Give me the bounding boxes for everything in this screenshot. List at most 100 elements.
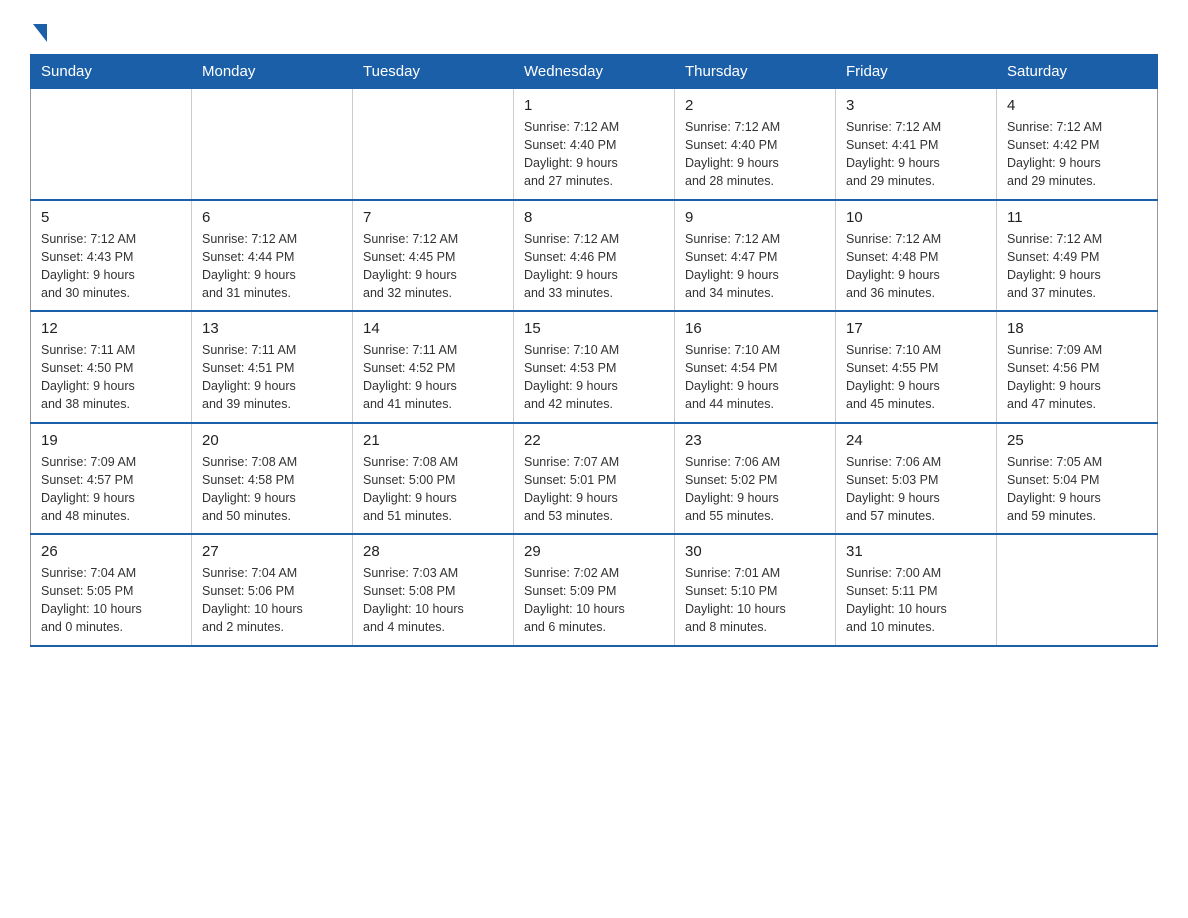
calendar-cell	[353, 89, 514, 200]
day-number: 21	[363, 432, 503, 449]
calendar-cell: 2 Sunrise: 7:12 AM Sunset: 4:40 PM Daylig…	[675, 89, 836, 200]
week-row-5: 26 Sunrise: 7:04 AM Sunset: 5:05 PM Dayli…	[31, 534, 1158, 646]
day-info: Sunrise: 7:11 AM Sunset: 4:50 PM Dayligh…	[41, 341, 181, 414]
calendar-header-row: SundayMondayTuesdayWednesdayThursdayFrid…	[31, 55, 1158, 89]
calendar-cell: 6 Sunrise: 7:12 AM Sunset: 4:44 PM Daylig…	[192, 200, 353, 312]
day-number: 15	[524, 320, 664, 337]
calendar-cell: 20Sunrise: 7:08 AM Sunset: 4:58 PM Dayli…	[192, 423, 353, 535]
day-number: 16	[685, 320, 825, 337]
calendar-cell: 1 Sunrise: 7:12 AM Sunset: 4:40 PM Daylig…	[514, 89, 675, 200]
day-number: 31	[846, 543, 986, 560]
day-number: 20	[202, 432, 342, 449]
day-number: 1	[524, 97, 664, 114]
calendar-cell	[31, 89, 192, 200]
day-info: Sunrise: 7:09 AM Sunset: 4:57 PM Dayligh…	[41, 453, 181, 526]
calendar-cell: 26 Sunrise: 7:04 AM Sunset: 5:05 PM Dayli…	[31, 534, 192, 646]
day-number: 12	[41, 320, 181, 337]
day-info: Sunrise: 7:05 AM Sunset: 5:04 PM Dayligh…	[1007, 453, 1147, 526]
day-number: 24	[846, 432, 986, 449]
header-sunday: Sunday	[31, 55, 192, 89]
week-row-2: 5Sunrise: 7:12 AM Sunset: 4:43 PM Daylig…	[31, 200, 1158, 312]
day-info: Sunrise: 7:12 AM Sunset: 4:49 PM Dayligh…	[1007, 230, 1147, 303]
day-info: Sunrise: 7:12 AM Sunset: 4:48 PM Dayligh…	[846, 230, 986, 303]
calendar-cell: 21Sunrise: 7:08 AM Sunset: 5:00 PM Dayli…	[353, 423, 514, 535]
calendar-cell: 11 Sunrise: 7:12 AM Sunset: 4:49 PM Dayli…	[997, 200, 1158, 312]
calendar-cell: 7 Sunrise: 7:12 AM Sunset: 4:45 PM Daylig…	[353, 200, 514, 312]
logo	[30, 20, 47, 38]
calendar-cell: 17 Sunrise: 7:10 AM Sunset: 4:55 PM Dayli…	[836, 311, 997, 423]
day-info: Sunrise: 7:04 AM Sunset: 5:05 PM Dayligh…	[41, 564, 181, 637]
header-thursday: Thursday	[675, 55, 836, 89]
day-number: 28	[363, 543, 503, 560]
day-info: Sunrise: 7:07 AM Sunset: 5:01 PM Dayligh…	[524, 453, 664, 526]
day-number: 18	[1007, 320, 1147, 337]
day-info: Sunrise: 7:04 AM Sunset: 5:06 PM Dayligh…	[202, 564, 342, 637]
day-number: 4	[1007, 97, 1147, 114]
day-info: Sunrise: 7:06 AM Sunset: 5:02 PM Dayligh…	[685, 453, 825, 526]
calendar-cell	[192, 89, 353, 200]
calendar-cell: 14 Sunrise: 7:11 AM Sunset: 4:52 PM Dayli…	[353, 311, 514, 423]
header-wednesday: Wednesday	[514, 55, 675, 89]
day-info: Sunrise: 7:12 AM Sunset: 4:40 PM Dayligh…	[524, 118, 664, 191]
calendar-cell: 30 Sunrise: 7:01 AM Sunset: 5:10 PM Dayli…	[675, 534, 836, 646]
calendar-cell: 19 Sunrise: 7:09 AM Sunset: 4:57 PM Dayli…	[31, 423, 192, 535]
calendar-cell: 9 Sunrise: 7:12 AM Sunset: 4:47 PM Daylig…	[675, 200, 836, 312]
calendar-cell: 24 Sunrise: 7:06 AM Sunset: 5:03 PM Dayli…	[836, 423, 997, 535]
day-number: 22	[524, 432, 664, 449]
week-row-1: 1 Sunrise: 7:12 AM Sunset: 4:40 PM Daylig…	[31, 89, 1158, 200]
calendar-cell: 4 Sunrise: 7:12 AM Sunset: 4:42 PM Daylig…	[997, 89, 1158, 200]
page-header	[30, 20, 1158, 38]
calendar-cell: 29 Sunrise: 7:02 AM Sunset: 5:09 PM Dayli…	[514, 534, 675, 646]
calendar-cell: 28 Sunrise: 7:03 AM Sunset: 5:08 PM Dayli…	[353, 534, 514, 646]
day-info: Sunrise: 7:12 AM Sunset: 4:47 PM Dayligh…	[685, 230, 825, 303]
day-number: 29	[524, 543, 664, 560]
day-info: Sunrise: 7:10 AM Sunset: 4:55 PM Dayligh…	[846, 341, 986, 414]
day-number: 30	[685, 543, 825, 560]
day-number: 17	[846, 320, 986, 337]
week-row-3: 12 Sunrise: 7:11 AM Sunset: 4:50 PM Dayli…	[31, 311, 1158, 423]
calendar-cell: 8Sunrise: 7:12 AM Sunset: 4:46 PM Daylig…	[514, 200, 675, 312]
header-monday: Monday	[192, 55, 353, 89]
calendar-cell: 15 Sunrise: 7:10 AM Sunset: 4:53 PM Dayli…	[514, 311, 675, 423]
day-number: 23	[685, 432, 825, 449]
calendar-cell: 12 Sunrise: 7:11 AM Sunset: 4:50 PM Dayli…	[31, 311, 192, 423]
day-info: Sunrise: 7:10 AM Sunset: 4:53 PM Dayligh…	[524, 341, 664, 414]
calendar-cell: 10Sunrise: 7:12 AM Sunset: 4:48 PM Dayli…	[836, 200, 997, 312]
day-number: 11	[1007, 209, 1147, 226]
calendar-cell: 16 Sunrise: 7:10 AM Sunset: 4:54 PM Dayli…	[675, 311, 836, 423]
day-info: Sunrise: 7:02 AM Sunset: 5:09 PM Dayligh…	[524, 564, 664, 637]
day-info: Sunrise: 7:06 AM Sunset: 5:03 PM Dayligh…	[846, 453, 986, 526]
calendar-table: SundayMondayTuesdayWednesdayThursdayFrid…	[30, 54, 1158, 647]
day-number: 2	[685, 97, 825, 114]
day-info: Sunrise: 7:12 AM Sunset: 4:42 PM Dayligh…	[1007, 118, 1147, 191]
header-saturday: Saturday	[997, 55, 1158, 89]
logo-arrow-icon	[33, 24, 47, 42]
day-info: Sunrise: 7:03 AM Sunset: 5:08 PM Dayligh…	[363, 564, 503, 637]
day-number: 19	[41, 432, 181, 449]
day-number: 25	[1007, 432, 1147, 449]
calendar-cell: 18 Sunrise: 7:09 AM Sunset: 4:56 PM Dayli…	[997, 311, 1158, 423]
day-number: 7	[363, 209, 503, 226]
day-number: 26	[41, 543, 181, 560]
calendar-cell	[997, 534, 1158, 646]
header-friday: Friday	[836, 55, 997, 89]
day-number: 14	[363, 320, 503, 337]
day-number: 9	[685, 209, 825, 226]
calendar-cell: 22 Sunrise: 7:07 AM Sunset: 5:01 PM Dayli…	[514, 423, 675, 535]
day-info: Sunrise: 7:11 AM Sunset: 4:52 PM Dayligh…	[363, 341, 503, 414]
day-info: Sunrise: 7:10 AM Sunset: 4:54 PM Dayligh…	[685, 341, 825, 414]
day-info: Sunrise: 7:01 AM Sunset: 5:10 PM Dayligh…	[685, 564, 825, 637]
calendar-cell: 13Sunrise: 7:11 AM Sunset: 4:51 PM Dayli…	[192, 311, 353, 423]
day-info: Sunrise: 7:12 AM Sunset: 4:41 PM Dayligh…	[846, 118, 986, 191]
day-number: 13	[202, 320, 342, 337]
day-info: Sunrise: 7:12 AM Sunset: 4:45 PM Dayligh…	[363, 230, 503, 303]
day-number: 27	[202, 543, 342, 560]
day-number: 8	[524, 209, 664, 226]
day-info: Sunrise: 7:12 AM Sunset: 4:44 PM Dayligh…	[202, 230, 342, 303]
day-info: Sunrise: 7:12 AM Sunset: 4:40 PM Dayligh…	[685, 118, 825, 191]
header-tuesday: Tuesday	[353, 55, 514, 89]
day-info: Sunrise: 7:12 AM Sunset: 4:43 PM Dayligh…	[41, 230, 181, 303]
day-number: 6	[202, 209, 342, 226]
day-info: Sunrise: 7:09 AM Sunset: 4:56 PM Dayligh…	[1007, 341, 1147, 414]
calendar-cell: 3Sunrise: 7:12 AM Sunset: 4:41 PM Daylig…	[836, 89, 997, 200]
